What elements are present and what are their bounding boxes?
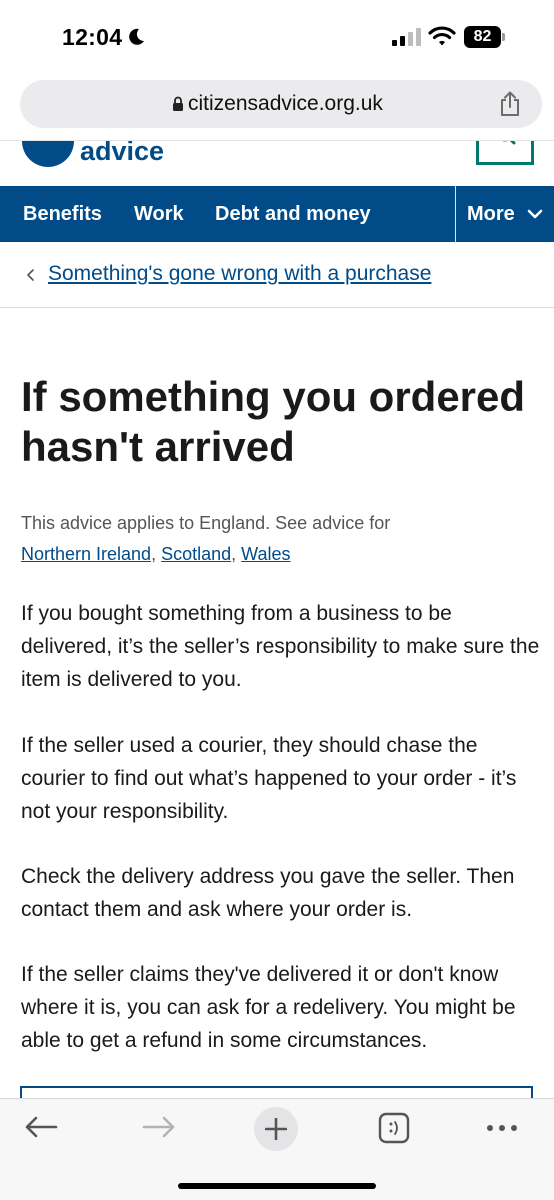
nav-item-benefits[interactable]: Benefits: [23, 186, 102, 242]
paragraph: If you bought something from a business …: [21, 602, 540, 691]
tabs-icon[interactable]: [378, 1112, 410, 1144]
browser-toolbar: [0, 1098, 554, 1200]
back-arrow-icon[interactable]: [24, 1115, 58, 1139]
moon-icon: [129, 28, 144, 45]
chevron-down-icon[interactable]: [527, 207, 543, 221]
chevron-left-icon: [27, 269, 34, 281]
status-time: 12:04: [62, 24, 123, 50]
signal-icon: [392, 28, 421, 46]
share-icon[interactable]: [498, 91, 522, 117]
battery-level: 82: [464, 26, 501, 48]
breadcrumb-link[interactable]: Something's gone wrong with a purchase: [48, 262, 431, 286]
region-link-northern-ireland[interactable]: Northern Ireland: [21, 544, 151, 564]
nav-more-button[interactable]: More: [467, 186, 515, 242]
paragraph: Check the delivery address you gave the …: [21, 865, 515, 921]
region-link-wales[interactable]: Wales: [241, 544, 290, 564]
logo-bubble[interactable]: [22, 141, 74, 167]
url-text: citizensadvice.org.uk: [188, 92, 383, 115]
paragraph: If the seller claims they've delivered i…: [21, 963, 516, 1052]
lock-icon: [173, 96, 183, 111]
paragraph: If the seller used a courier, they shoul…: [21, 734, 517, 823]
more-dots-icon[interactable]: [486, 1123, 518, 1133]
site-header: advice: [0, 140, 554, 186]
applies-to-notice: This advice applies to England. See advi…: [21, 513, 391, 564]
applies-text: This advice applies to England. See advi…: [21, 513, 391, 533]
plus-icon: [265, 1118, 287, 1140]
breadcrumb: Something's gone wrong with a purchase: [0, 252, 554, 308]
forward-arrow-icon[interactable]: [142, 1115, 176, 1139]
logo-text[interactable]: advice: [80, 141, 164, 167]
nav-item-debt-and-money[interactable]: Debt and money: [215, 186, 371, 242]
main-nav: Benefits Work Debt and money More: [0, 186, 554, 242]
page-title: If something you ordered hasn't arrived: [21, 373, 526, 470]
search-icon: [502, 141, 516, 145]
new-tab-button[interactable]: [254, 1107, 298, 1151]
nav-item-work[interactable]: Work: [134, 186, 184, 242]
search-button[interactable]: [476, 141, 534, 165]
status-bar: 12:04 82: [0, 0, 554, 72]
region-link-scotland[interactable]: Scotland: [161, 544, 231, 564]
address-bar[interactable]: citizensadvice.org.uk: [20, 80, 542, 128]
nav-divider: [455, 186, 456, 242]
home-indicator: [178, 1183, 376, 1189]
battery-indicator: 82: [464, 26, 506, 48]
wifi-icon: [428, 26, 456, 46]
